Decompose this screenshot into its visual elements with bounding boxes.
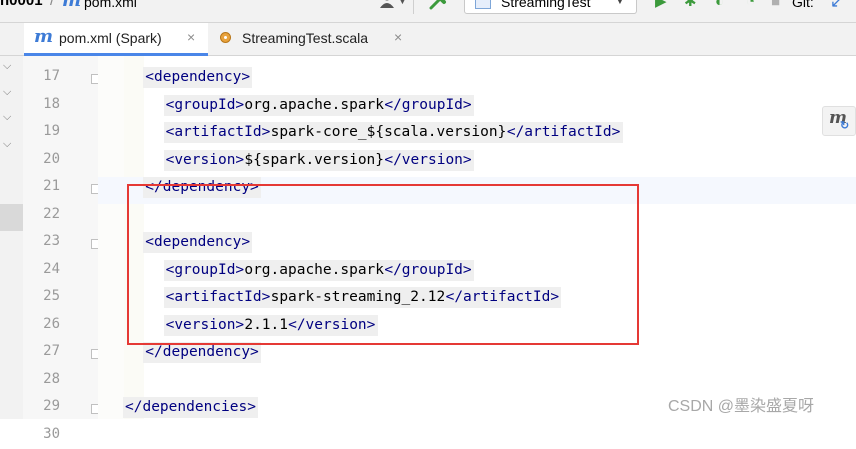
reload-icon: ↻ bbox=[840, 120, 850, 132]
xml-text: spark-core_${scala.version} bbox=[270, 124, 507, 140]
editor-tab-bar: m pom.xml (Spark) × StreamingTest.scala … bbox=[0, 23, 856, 56]
xml-tag: <artifactId> bbox=[165, 124, 271, 140]
line-number: 27 bbox=[43, 343, 60, 359]
code-line: <artifactId> spark-core_${scala.version} <… bbox=[98, 119, 856, 146]
navigation-bar: n0001 / m pom.xml ▼ StreamingTest ▼ ▶ ✱ … bbox=[0, 0, 856, 23]
line-number-gutter: 17 18 19 20 21 22 23 24 25 26 27 28 29 30 bbox=[23, 56, 100, 442]
line-number: 21 bbox=[43, 178, 60, 194]
breadcrumb-separator: / bbox=[50, 0, 55, 9]
line-number: 20 bbox=[43, 150, 60, 167]
tool-strip-selection bbox=[0, 204, 23, 231]
coverage-icon[interactable]: ◐ bbox=[715, 0, 724, 10]
application-config-icon bbox=[475, 0, 491, 9]
build-hammer-icon[interactable] bbox=[428, 0, 448, 10]
maven-reload-button[interactable]: m ↻ bbox=[822, 106, 856, 136]
line-number: 25 bbox=[43, 288, 60, 304]
line-number: 26 bbox=[43, 315, 60, 332]
line-number: 17 bbox=[43, 68, 60, 84]
chevron-down-icon: ▼ bbox=[615, 0, 625, 7]
left-tool-strip: ⌵ ⌵ ⌵ ⌵ bbox=[0, 56, 24, 419]
line-number: 28 bbox=[43, 370, 60, 387]
watermark: CSDN @墨染盛夏呀 bbox=[668, 398, 815, 415]
xml-tag: </dependencies> bbox=[125, 399, 256, 415]
scala-object-icon bbox=[220, 32, 231, 43]
toolbar-divider bbox=[413, 0, 414, 14]
run-configuration-selector[interactable]: StreamingTest ▼ bbox=[464, 0, 637, 14]
code-line: <dependency> bbox=[98, 64, 856, 91]
git-update-arrow-icon[interactable]: ↙ bbox=[830, 0, 843, 12]
xml-tag: </groupId> bbox=[384, 96, 472, 113]
xml-text: ${spark.version} bbox=[244, 151, 385, 168]
tab-label: StreamingTest.scala bbox=[242, 30, 369, 46]
git-label: Git: bbox=[792, 0, 814, 10]
chevron-down-icon[interactable]: ▼ bbox=[398, 0, 407, 6]
bookmark-icon[interactable]: ⌵ bbox=[3, 111, 11, 124]
line-number: 22 bbox=[43, 205, 60, 222]
user-icon[interactable] bbox=[378, 0, 396, 8]
hierarchy-icon[interactable]: ⌵ bbox=[3, 138, 11, 151]
collapse-icon[interactable]: ⌵ bbox=[3, 60, 11, 73]
xml-tag: <dependency> bbox=[145, 69, 251, 85]
line-number: 29 bbox=[43, 398, 60, 414]
breadcrumb-file[interactable]: pom.xml bbox=[84, 0, 137, 10]
close-icon[interactable]: × bbox=[394, 29, 402, 45]
xml-tag: <groupId> bbox=[165, 96, 245, 113]
xml-tag: </version> bbox=[384, 151, 472, 168]
xml-tag: </artifactId> bbox=[506, 124, 621, 140]
code-line: <groupId> org.apache.spark </groupId> bbox=[98, 92, 856, 119]
stop-icon[interactable]: ■ bbox=[771, 0, 780, 10]
line-number: 23 bbox=[43, 233, 60, 249]
structure-icon[interactable]: ⌵ bbox=[3, 86, 11, 99]
debug-bug-icon[interactable]: ✱ bbox=[684, 0, 697, 10]
line-number: 30 bbox=[43, 425, 60, 442]
profile-icon[interactable]: ◔ bbox=[746, 0, 755, 10]
xml-text: org.apache.spark bbox=[244, 96, 385, 113]
line-number: 18 bbox=[43, 95, 60, 112]
line-number: 19 bbox=[43, 123, 60, 139]
tab-pom-xml[interactable]: m pom.xml (Spark) × bbox=[24, 23, 208, 56]
maven-file-icon: m bbox=[34, 26, 54, 47]
line-number: 24 bbox=[43, 260, 60, 277]
code-line: <version> ${spark.version} </version> bbox=[98, 147, 856, 174]
highlight-box bbox=[127, 184, 639, 345]
run-icon[interactable]: ▶ bbox=[655, 0, 667, 10]
tab-label: pom.xml (Spark) bbox=[59, 30, 162, 46]
run-configuration-label: StreamingTest bbox=[501, 0, 591, 10]
close-icon[interactable]: × bbox=[187, 29, 195, 45]
maven-file-icon: m bbox=[62, 0, 82, 11]
tab-streamingtest-scala[interactable]: StreamingTest.scala × bbox=[210, 23, 410, 55]
xml-tag: <version> bbox=[165, 151, 245, 168]
breadcrumb-project[interactable]: n0001 bbox=[0, 0, 43, 9]
